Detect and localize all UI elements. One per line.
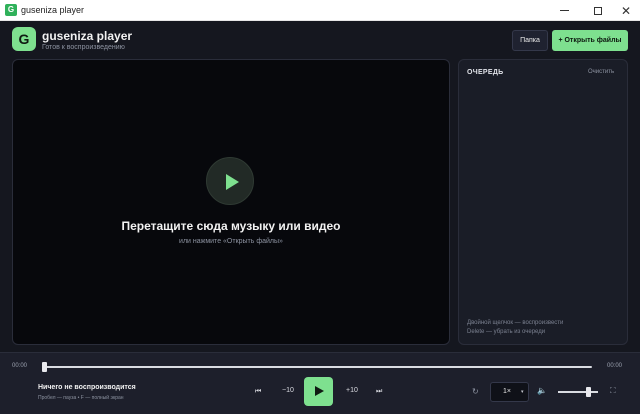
minimize-button[interactable] [548, 0, 580, 21]
rewind-10-button[interactable]: −10 [282, 387, 294, 394]
close-button[interactable]: ✕ [610, 0, 640, 21]
queue-hint-delete: Delete — убрать из очереди [467, 329, 546, 335]
volume-icon[interactable]: 🔈 [537, 386, 547, 395]
seek-slider-thumb[interactable] [42, 362, 47, 372]
volume-slider-thumb[interactable] [586, 387, 591, 397]
forward-10-button[interactable]: +10 [346, 387, 358, 394]
now-playing-title: Ничего не воспроизводится [38, 384, 136, 391]
current-time: 00:00 [12, 363, 28, 369]
maximize-icon [594, 6, 602, 15]
window-titlebar: G guseniza player ✕ [0, 0, 640, 21]
previous-track-button[interactable]: ⏮ [255, 388, 261, 396]
queue-clear-button[interactable]: Очистить [588, 69, 614, 75]
app-status: Готов к воспроизведению [42, 44, 125, 51]
speed-select[interactable]: 1× ▾ [490, 382, 529, 402]
queue-panel [458, 59, 628, 345]
speed-value: 1× [503, 388, 511, 395]
play-icon[interactable] [206, 157, 254, 205]
play-button[interactable] [304, 377, 333, 406]
drop-zone-subtitle: или нажмите «Открыть файлы» [179, 238, 283, 245]
minimize-icon [559, 10, 569, 11]
drop-zone-title: Перетащите сюда музыку или видео [121, 219, 341, 233]
app-logo: G [12, 27, 36, 51]
folder-button[interactable]: Папка [512, 30, 548, 51]
next-track-button[interactable]: ⏭ [376, 388, 382, 396]
app-title: guseniza player [42, 29, 133, 43]
queue-hint-dblclick: Двойной щелчок — воспроизвести [467, 320, 564, 326]
shortcuts-hint: Пробел — пауза • F — полный экран [38, 395, 124, 401]
total-time: 00:00 [607, 363, 623, 369]
volume-slider-fill [558, 391, 588, 393]
repeat-icon[interactable]: ↻ [472, 387, 479, 396]
fullscreen-icon[interactable]: ⛶ [610, 386, 616, 396]
window-title: guseniza player [21, 5, 85, 15]
app-window-icon: G [5, 4, 17, 16]
queue-title: ОЧЕРЕДЬ [467, 69, 504, 76]
volume-slider[interactable] [558, 387, 598, 397]
open-files-button[interactable]: + Открыть файлы [552, 30, 628, 51]
chevron-down-icon: ▾ [521, 389, 524, 395]
seek-slider[interactable] [42, 362, 592, 372]
